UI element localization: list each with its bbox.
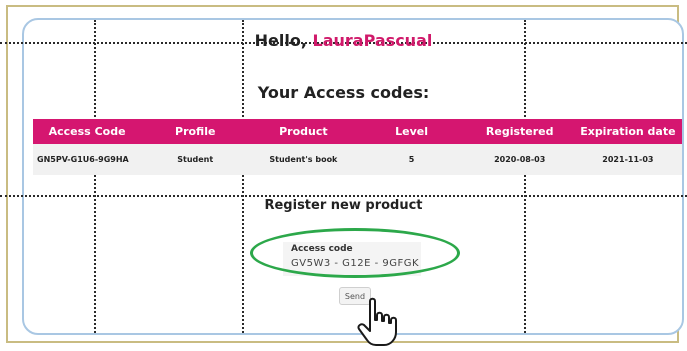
table-header-row: Access Code Profile Product Level Regist… (33, 119, 682, 144)
grid-guide (524, 20, 526, 333)
column-header-level: Level (357, 119, 466, 144)
highlight-ellipse (250, 228, 460, 278)
column-header-access-code: Access Code (33, 119, 142, 144)
cell-product: Student's book (249, 144, 358, 175)
grid-guide (242, 20, 244, 333)
cell-profile: Student (141, 144, 250, 175)
cell-level: 5 (357, 144, 466, 175)
pointer-hand-icon (357, 297, 397, 346)
user-name: LauraPascual (312, 31, 433, 50)
register-title: Register new product (264, 198, 423, 213)
greeting: Hello, LauraPascual (0, 31, 687, 50)
column-header-product: Product (249, 119, 358, 144)
column-header-profile: Profile (141, 119, 250, 144)
access-codes-table: Access Code Profile Product Level Regist… (33, 119, 682, 175)
grid-guide (94, 20, 96, 333)
greeting-text: Hello, (254, 31, 307, 50)
access-codes-title: Your Access codes: (257, 83, 430, 102)
column-header-registered: Registered (465, 119, 574, 144)
cell-registered: 2020-08-03 (465, 144, 574, 175)
table-row: GN5PV-G1U6-9G9HA Student Student's book … (33, 144, 682, 175)
column-header-expiration-date: Expiration date (573, 119, 682, 144)
cell-access-code: GN5PV-G1U6-9G9HA (33, 144, 142, 175)
grid-guide (0, 195, 687, 197)
cell-expiration-date: 2021-11-03 (573, 144, 682, 175)
